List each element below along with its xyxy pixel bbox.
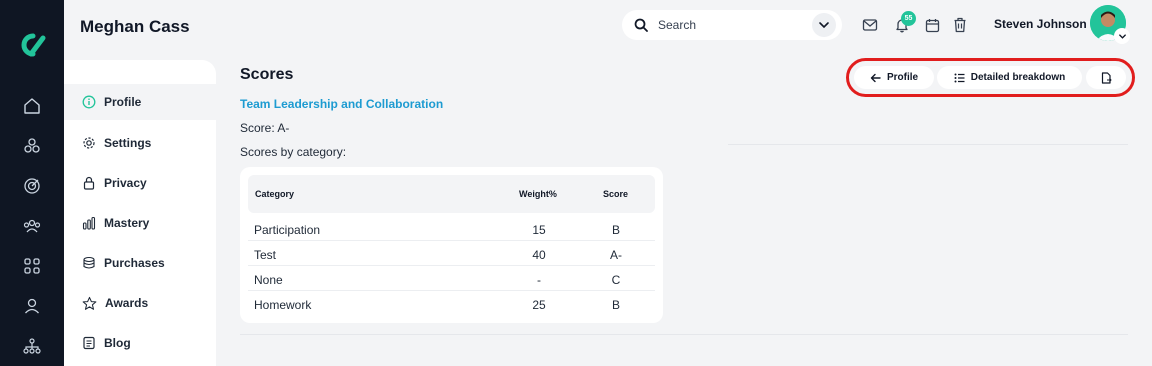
score-cell: A- bbox=[610, 248, 622, 262]
category-heading: Scores by category: bbox=[240, 145, 347, 159]
column-header-category: Category bbox=[255, 189, 295, 199]
grid-icon[interactable] bbox=[12, 246, 52, 286]
trash-icon[interactable] bbox=[951, 16, 969, 34]
users-icon[interactable] bbox=[12, 206, 52, 246]
user-menu-chevron[interactable] bbox=[1114, 28, 1130, 44]
org-chart-icon[interactable] bbox=[12, 326, 52, 366]
table-row: Test 40 A- bbox=[248, 241, 655, 266]
document-export-icon bbox=[1101, 71, 1112, 84]
user-icon[interactable] bbox=[12, 286, 52, 326]
chevron-down-icon bbox=[1118, 33, 1126, 39]
export-document-button[interactable] bbox=[1086, 66, 1126, 89]
category-cell: Test bbox=[254, 248, 277, 262]
table-row: Participation 15 B bbox=[248, 216, 655, 241]
current-user-name[interactable]: Steven Johnson bbox=[994, 17, 1087, 31]
coins-icon bbox=[83, 256, 95, 269]
info-icon bbox=[82, 95, 96, 109]
subnav-item-settings[interactable]: Settings bbox=[64, 125, 216, 161]
subnav-item-label: Awards bbox=[105, 296, 149, 310]
subnav-item-mastery[interactable]: Mastery bbox=[64, 205, 216, 241]
bar-chart-icon bbox=[82, 216, 96, 230]
action-toolbar: Profile Detailed breakdown bbox=[846, 58, 1135, 97]
lock-icon bbox=[83, 176, 95, 190]
document-icon bbox=[83, 336, 95, 350]
notification-badge: 55 bbox=[901, 11, 916, 26]
page-title: Scores bbox=[240, 66, 294, 83]
list-icon bbox=[954, 73, 965, 82]
subnav-item-label: Purchases bbox=[104, 256, 165, 270]
divider bbox=[240, 334, 1128, 335]
icon-rail bbox=[0, 0, 64, 366]
divider bbox=[728, 144, 1128, 145]
breakdown-button-label: Detailed breakdown bbox=[970, 72, 1066, 83]
subnav-item-label: Settings bbox=[104, 136, 152, 150]
column-header-score: Score bbox=[603, 189, 629, 199]
course-link[interactable]: Team Leadership and Collaboration bbox=[240, 97, 443, 111]
profile-subnav: Profile Settings Privacy Mastery Purchas… bbox=[64, 60, 216, 366]
column-header-weight: Weight% bbox=[519, 189, 557, 199]
scores-table-card: Category Weight% Score Participation 15 … bbox=[240, 167, 663, 323]
target-icon[interactable] bbox=[12, 166, 52, 206]
search-icon bbox=[634, 18, 648, 32]
home-icon[interactable] bbox=[12, 86, 52, 126]
star-icon bbox=[82, 296, 97, 310]
app-logo[interactable] bbox=[12, 26, 52, 64]
subnav-item-purchases[interactable]: Purchases bbox=[64, 245, 216, 281]
score-cell: B bbox=[611, 298, 620, 312]
calendar-icon[interactable] bbox=[923, 16, 941, 34]
subnav-item-privacy[interactable]: Privacy bbox=[64, 165, 216, 201]
table-row: None - C bbox=[248, 266, 655, 291]
table-row: Homework 25 B bbox=[248, 291, 655, 316]
weight-cell: 15 bbox=[532, 223, 546, 237]
search-input[interactable] bbox=[658, 18, 808, 32]
score-cell: C bbox=[611, 273, 621, 287]
search-box[interactable] bbox=[622, 10, 842, 40]
gear-icon bbox=[83, 137, 95, 149]
subnav-item-label: Privacy bbox=[104, 176, 147, 190]
subnav-item-awards[interactable]: Awards bbox=[64, 285, 216, 321]
category-cell: None bbox=[254, 273, 283, 287]
back-to-profile-button[interactable]: Profile bbox=[854, 66, 934, 89]
page-owner-name: Meghan Cass bbox=[80, 17, 190, 36]
subnav-item-blog[interactable]: Blog bbox=[64, 325, 216, 361]
subnav-item-label: Mastery bbox=[104, 216, 150, 230]
overall-score: Score: A- bbox=[240, 121, 290, 135]
mail-icon[interactable] bbox=[861, 16, 879, 34]
cubes-icon[interactable] bbox=[12, 126, 52, 166]
score-cell: B bbox=[611, 223, 620, 237]
subnav-item-label: Profile bbox=[104, 95, 142, 109]
weight-cell: - bbox=[537, 273, 541, 287]
weight-cell: 25 bbox=[532, 298, 546, 312]
subnav-item-profile[interactable]: Profile bbox=[64, 84, 216, 120]
detailed-breakdown-button[interactable]: Detailed breakdown bbox=[937, 66, 1082, 89]
table-header: Category Weight% Score bbox=[248, 175, 655, 213]
category-cell: Participation bbox=[254, 223, 321, 237]
subnav-item-label: Blog bbox=[104, 336, 131, 350]
back-button-label: Profile bbox=[886, 72, 919, 83]
search-dropdown-button[interactable] bbox=[812, 13, 836, 37]
chevron-down-icon bbox=[819, 22, 829, 29]
top-header: Meghan Cass bbox=[64, 0, 1152, 56]
weight-cell: 40 bbox=[532, 248, 546, 262]
arrow-left-icon bbox=[870, 73, 881, 82]
category-cell: Homework bbox=[254, 298, 312, 312]
